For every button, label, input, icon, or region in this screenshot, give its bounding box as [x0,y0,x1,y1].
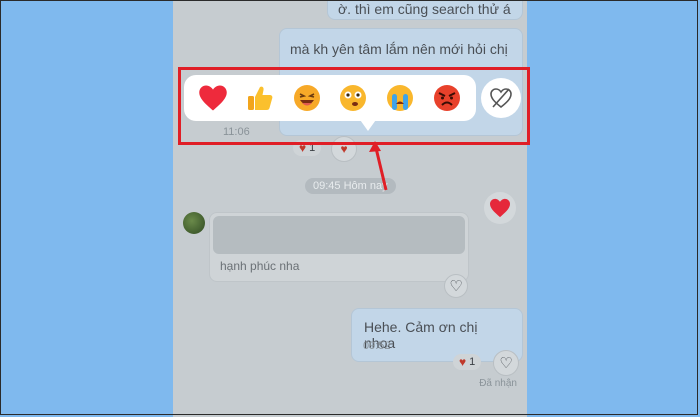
quick-heart-button[interactable] [484,192,516,224]
message-text: hạnh phúc nha [220,259,300,273]
heart-outline-icon: ♡ [449,278,463,295]
media-placeholder [213,216,465,254]
seen-status: Đã nhận [479,378,517,389]
react-button[interactable]: ♡ [444,274,468,298]
heart-icon: ♥ [459,355,467,369]
arrow-icon [369,141,388,191]
heart-outline-icon: ♡ [499,355,513,372]
avatar[interactable] [183,212,205,234]
reaction-count-badge[interactable]: ♥ 1 [453,354,482,370]
heart-icon [490,198,510,218]
message-time: 09:52 [363,340,391,352]
chat-screen: ờ. thì em cũng search thử á mà kh yên tâ… [173,0,527,417]
react-button[interactable]: ♡ [493,350,519,376]
message-text: ờ. thì em cũng search thử á [338,1,511,17]
message-bubble[interactable]: ờ. thì em cũng search thử á [327,0,523,20]
highlight-box [178,67,530,145]
reaction-count: 1 [469,356,476,368]
message-text: mà kh yên tâm lắm nên mới hỏi chị [290,41,508,57]
